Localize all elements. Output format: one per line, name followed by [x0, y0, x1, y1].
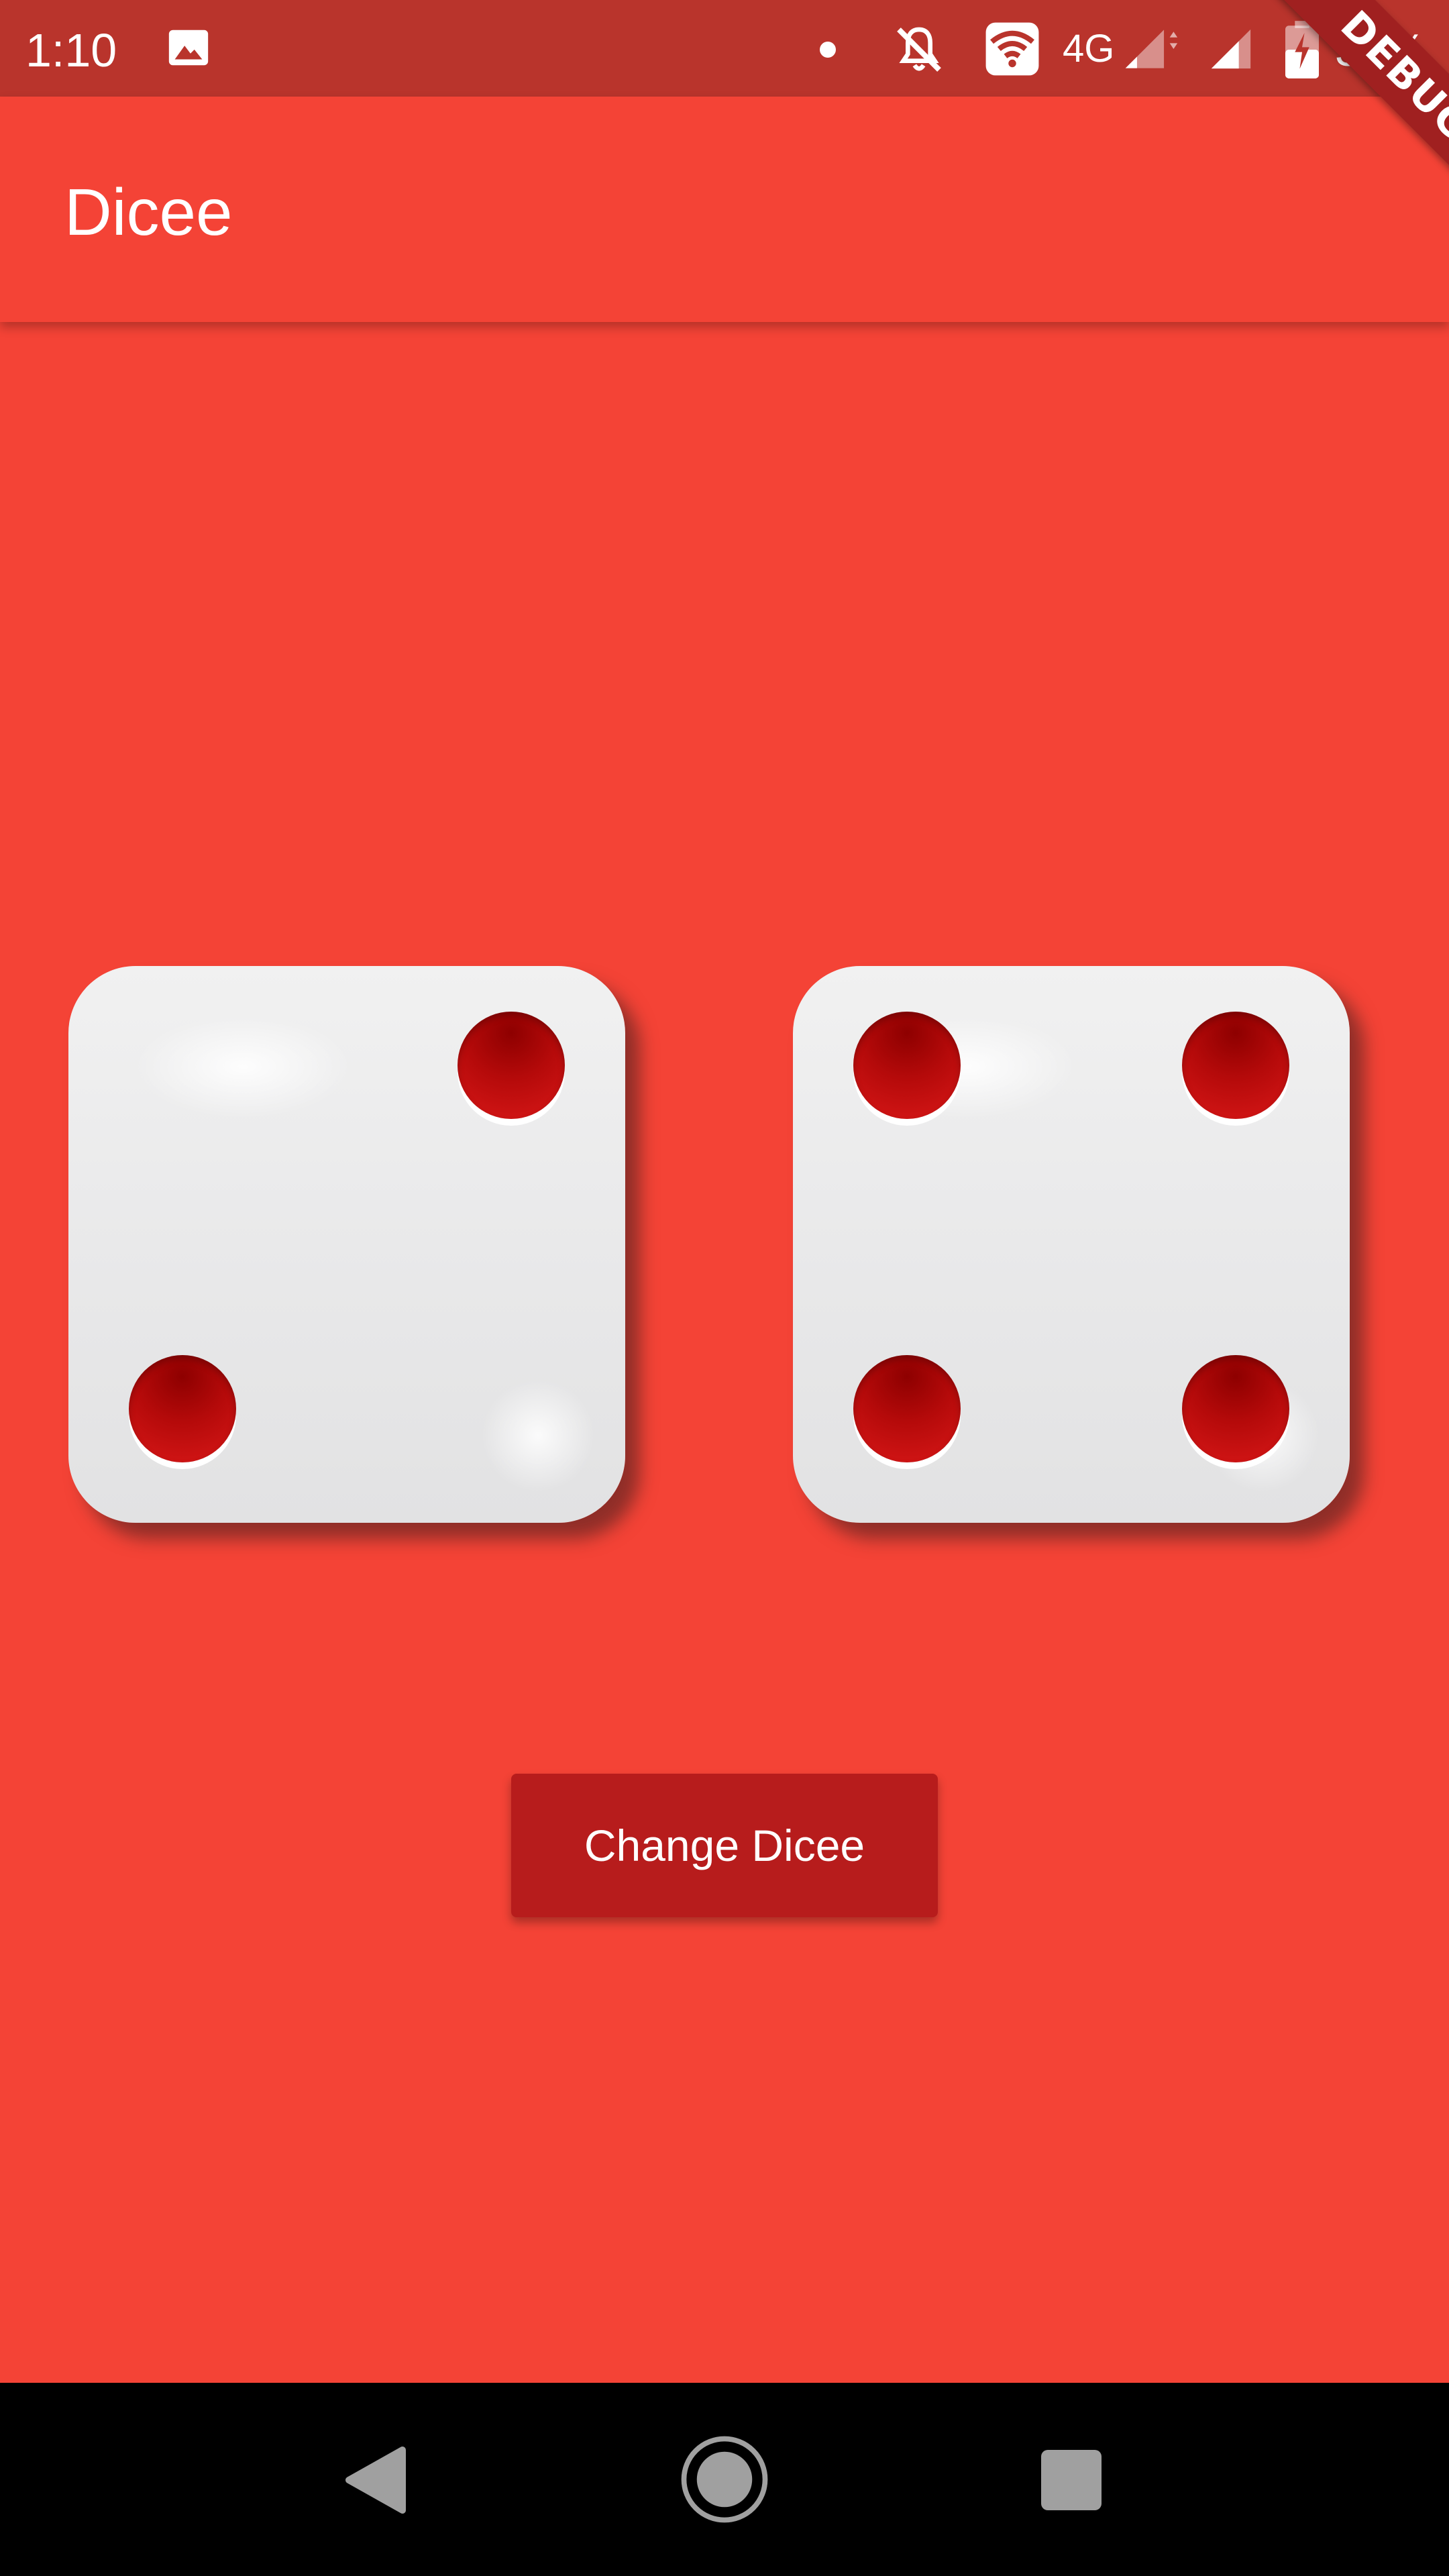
dice-pip [1182, 1012, 1289, 1119]
page-title: Dicee [64, 175, 233, 249]
change-dicee-button[interactable]: Change Dicee [511, 1774, 938, 1917]
navigation-bar [0, 2383, 1449, 2576]
app-bar: Dicee [0, 97, 1449, 322]
status-time: 1:10 [25, 24, 117, 76]
dot-icon [820, 42, 836, 58]
notifications-off-icon [897, 27, 941, 72]
signal-icon [1211, 29, 1251, 69]
dice-pip [853, 1012, 961, 1119]
image-icon [168, 30, 209, 66]
home-icon[interactable] [680, 2435, 769, 2524]
wifi-icon [985, 22, 1039, 76]
status-bar: 1:10 4G 31% [0, 0, 1449, 97]
dice-pip [458, 1012, 565, 1119]
signal-icon [1125, 30, 1178, 68]
recents-icon[interactable] [1041, 2450, 1102, 2510]
network-type-label: 4G [1063, 27, 1115, 70]
back-icon[interactable] [342, 2443, 409, 2517]
dice-pip [853, 1355, 961, 1462]
dice-pip [1182, 1355, 1289, 1462]
right-dice-button[interactable] [793, 966, 1350, 1523]
left-dice-button[interactable] [68, 966, 625, 1523]
dice-pip [129, 1355, 236, 1462]
